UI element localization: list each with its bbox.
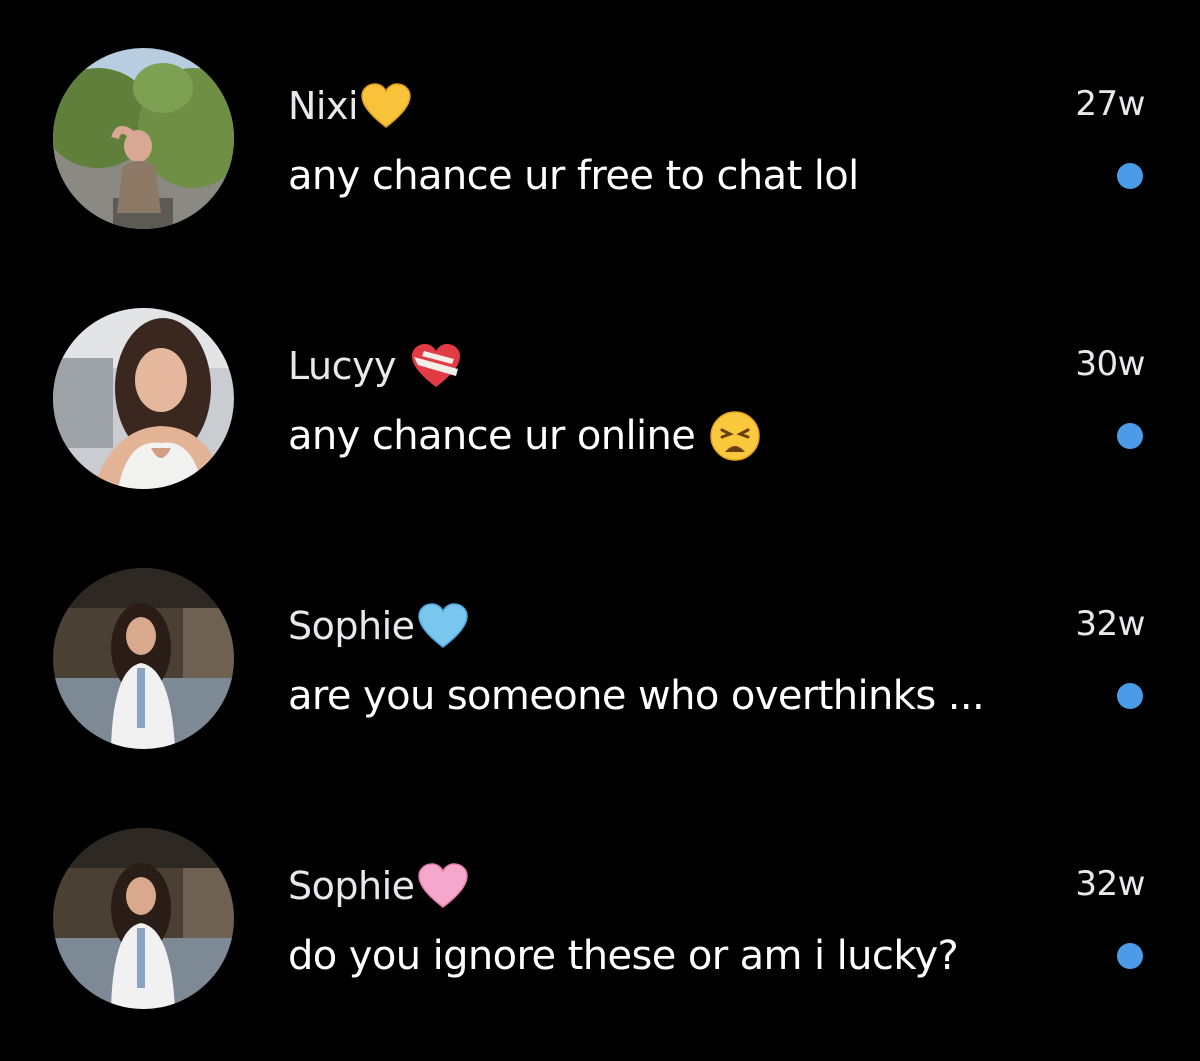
- message-preview: any chance ur online: [288, 413, 696, 459]
- sender-name: Sophie: [288, 604, 415, 648]
- light-blue-heart-icon: [417, 603, 469, 649]
- timestamp: 32w: [1075, 864, 1145, 904]
- message-preview: are you someone who overthinks ...: [288, 673, 985, 719]
- preview-line: any chance ur online: [288, 408, 761, 464]
- unread-dot: [1117, 423, 1143, 449]
- pink-heart-icon: [417, 863, 469, 909]
- mending-heart-icon: [410, 343, 462, 389]
- unread-dot: [1117, 683, 1143, 709]
- preview-line: any chance ur free to chat lol: [288, 148, 859, 204]
- conversation-row[interactable]: Sophie 32w do you ignore these or am i l…: [0, 780, 1200, 1040]
- preview-line: do you ignore these or am i lucky?: [288, 928, 959, 984]
- timestamp: 27w: [1075, 84, 1145, 124]
- conversation-list: Nixi 27w any chance ur free to chat lol: [0, 0, 1200, 1061]
- conversation-row[interactable]: Sophie 32w are you someone who overthink…: [0, 520, 1200, 780]
- message-preview: do you ignore these or am i lucky?: [288, 933, 959, 979]
- weary-face-icon: [709, 410, 761, 462]
- timestamp: 32w: [1075, 604, 1145, 644]
- avatar[interactable]: [53, 48, 234, 229]
- yellow-heart-icon: [360, 83, 412, 129]
- message-preview: any chance ur free to chat lol: [288, 153, 859, 199]
- name-line: Sophie: [288, 600, 469, 652]
- avatar[interactable]: [53, 568, 234, 749]
- avatar[interactable]: [53, 308, 234, 489]
- sender-name: Lucyy: [288, 344, 396, 388]
- sender-name: Sophie: [288, 864, 415, 908]
- unread-dot: [1117, 163, 1143, 189]
- unread-dot: [1117, 943, 1143, 969]
- name-line: Lucyy: [288, 340, 462, 392]
- name-line: Nixi: [288, 80, 412, 132]
- name-line: Sophie: [288, 860, 469, 912]
- avatar[interactable]: [53, 828, 234, 1009]
- sender-name: Nixi: [288, 84, 359, 128]
- conversation-row[interactable]: Nixi 27w any chance ur free to chat lol: [0, 0, 1200, 260]
- conversation-row[interactable]: Lucyy 30w any chance ur online: [0, 260, 1200, 520]
- preview-line: are you someone who overthinks ...: [288, 668, 985, 724]
- timestamp: 30w: [1075, 344, 1145, 384]
